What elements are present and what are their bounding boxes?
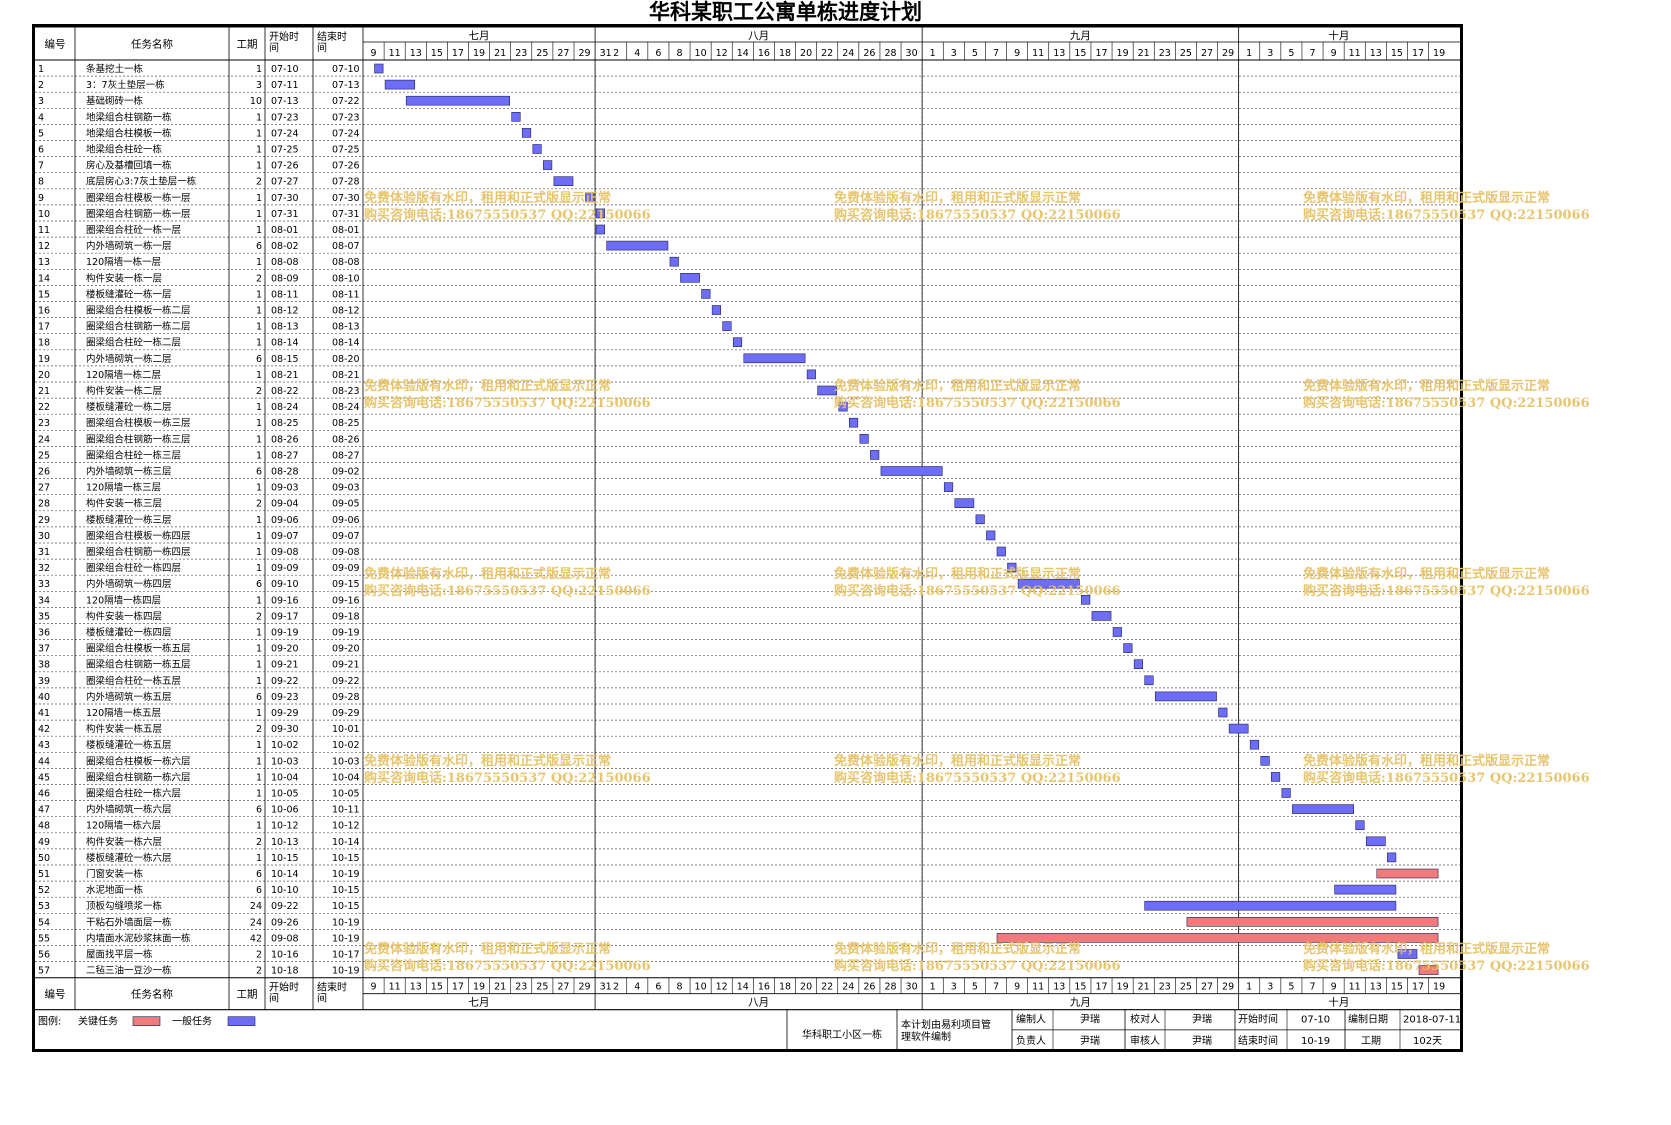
page-title: 华科某职工公寓单栋进度计划 xyxy=(649,0,922,24)
gantt-frame xyxy=(32,24,1463,1052)
